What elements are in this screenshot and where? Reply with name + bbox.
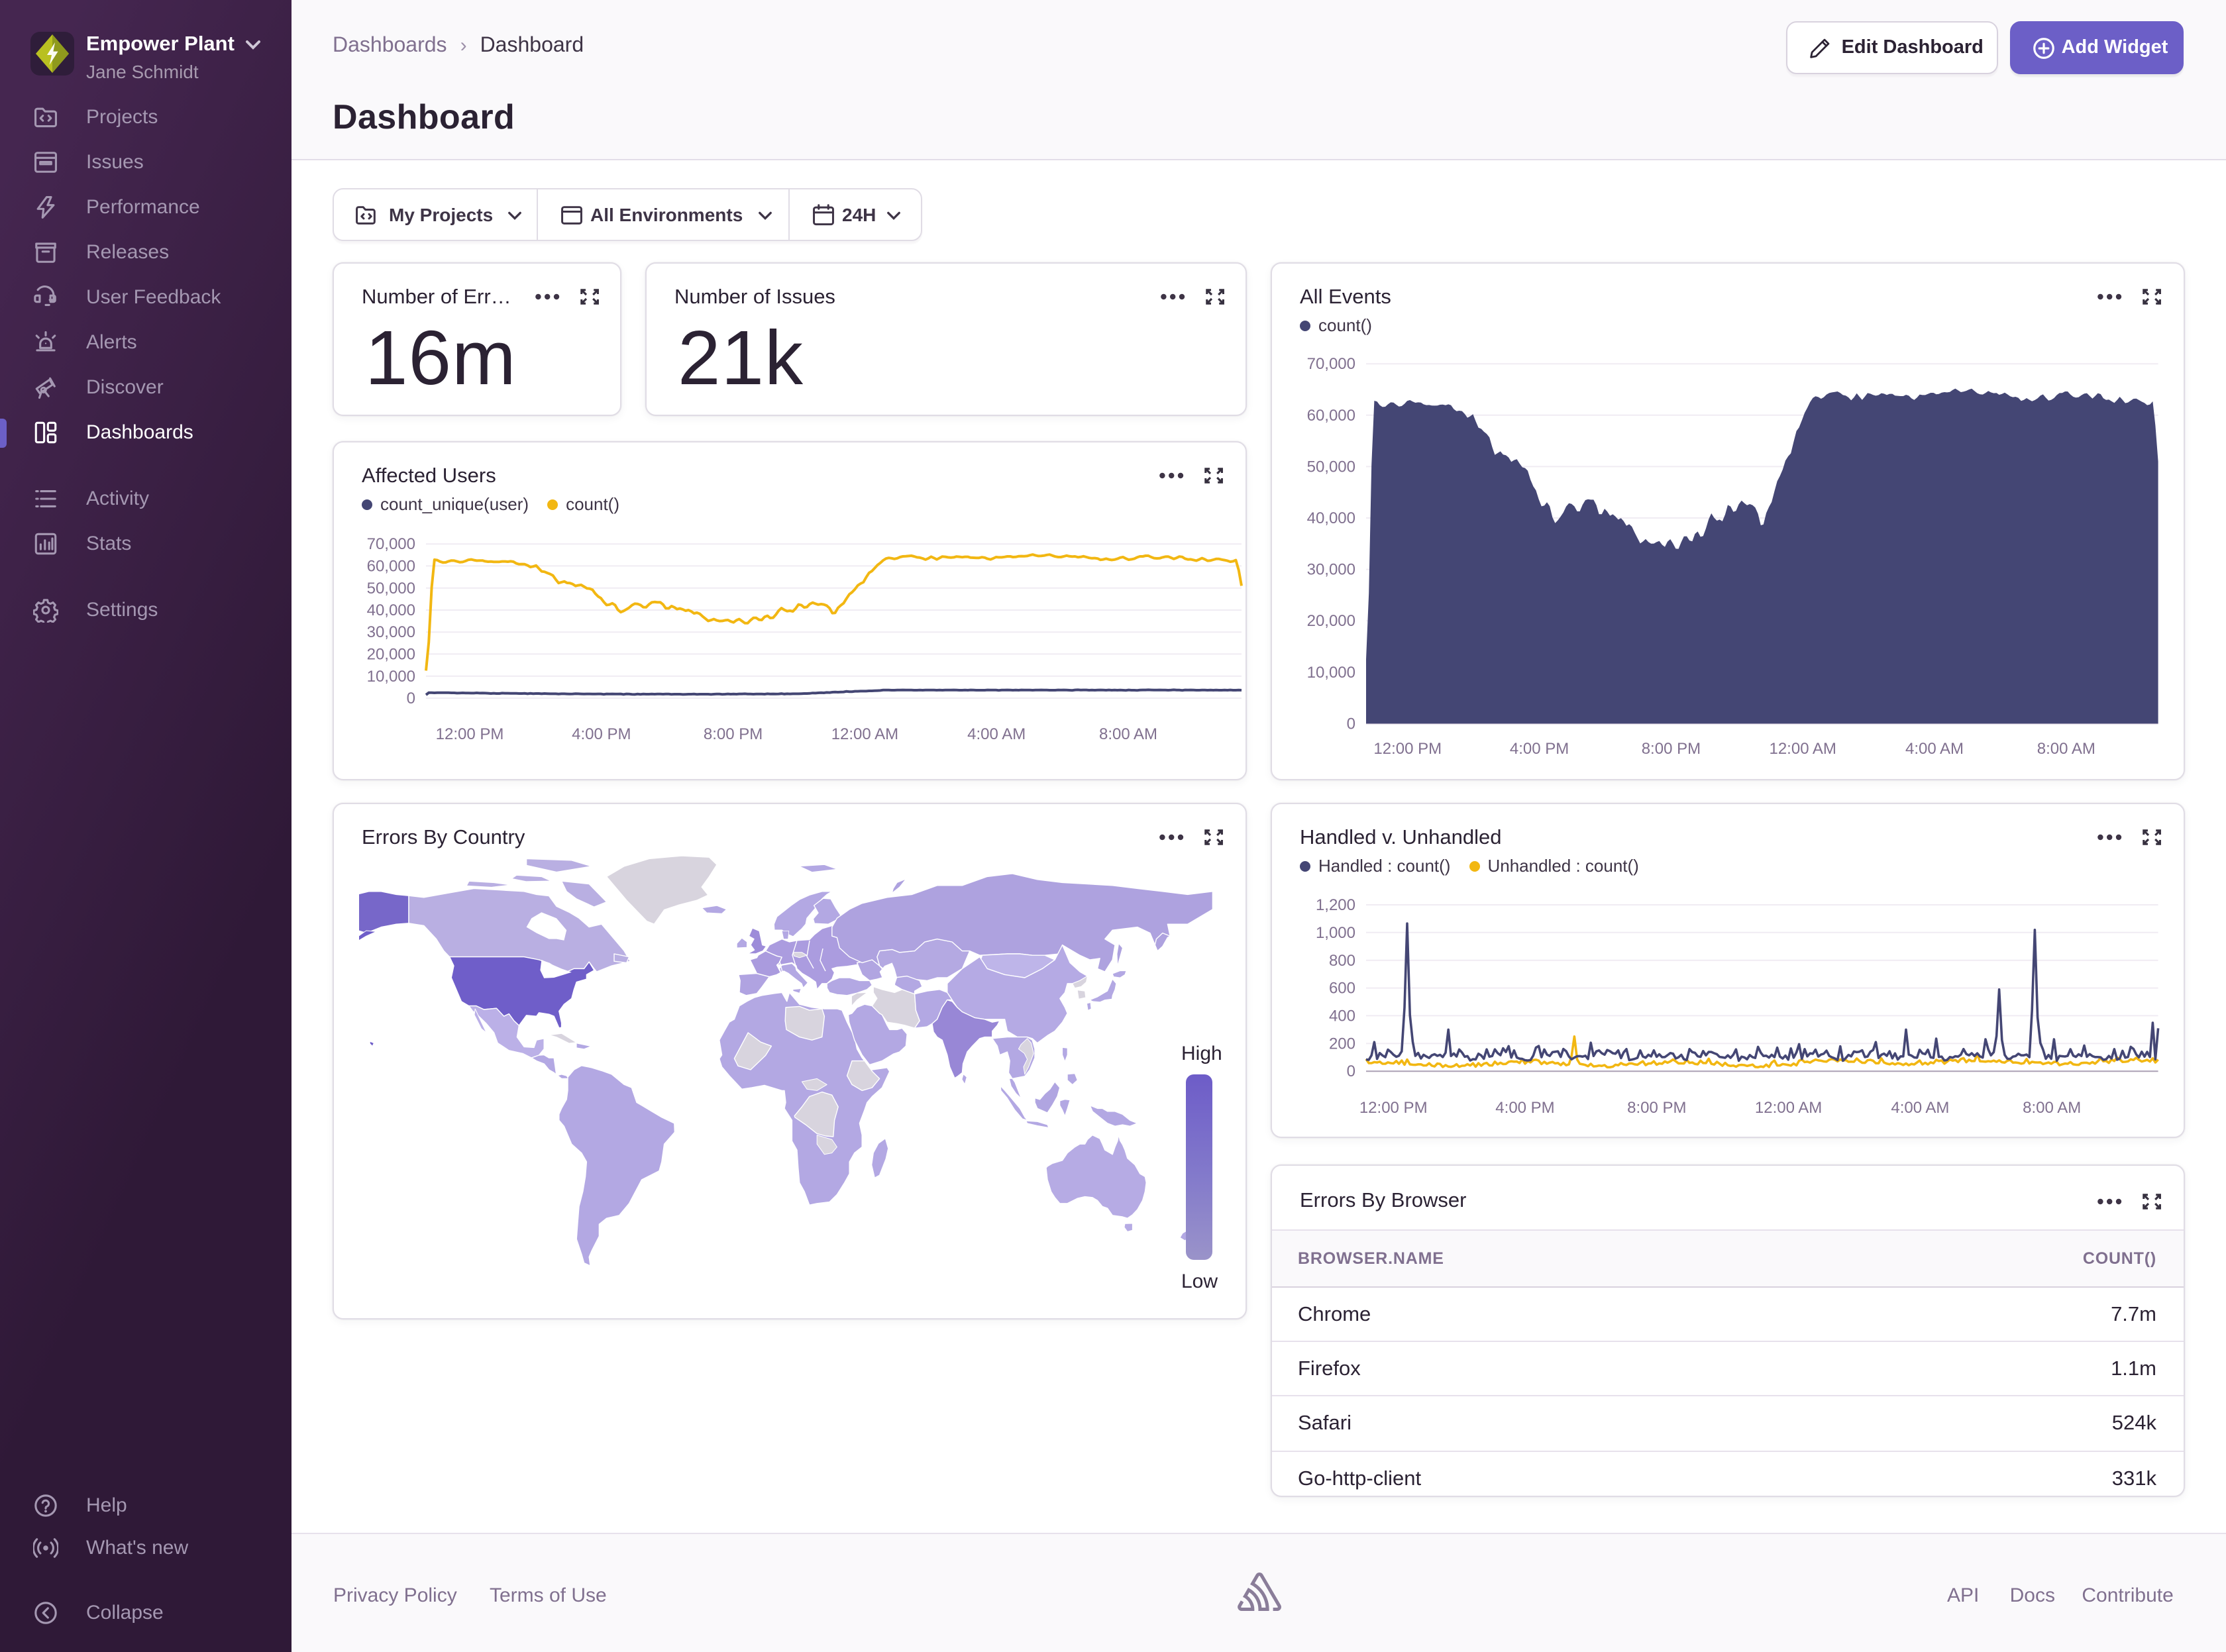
svg-text:200: 200: [1328, 1035, 1355, 1053]
svg-text:4:00 AM: 4:00 AM: [1890, 1099, 1948, 1117]
svg-text:10,000: 10,000: [366, 668, 415, 686]
svg-text:40,000: 40,000: [366, 601, 415, 619]
svg-text:20,000: 20,000: [366, 645, 415, 663]
svg-text:800: 800: [1328, 952, 1355, 970]
svg-text:4:00 PM: 4:00 PM: [1495, 1099, 1554, 1117]
svg-text:400: 400: [1328, 1007, 1355, 1025]
svg-text:60,000: 60,000: [366, 557, 415, 575]
svg-text:12:00 PM: 12:00 PM: [435, 725, 504, 743]
svg-text:8:00 AM: 8:00 AM: [1098, 725, 1157, 743]
svg-text:30,000: 30,000: [1306, 561, 1355, 579]
svg-text:0: 0: [1346, 1062, 1355, 1080]
svg-text:12:00 AM: 12:00 AM: [1754, 1099, 1821, 1117]
svg-text:30,000: 30,000: [366, 623, 415, 641]
svg-text:70,000: 70,000: [1306, 356, 1355, 374]
svg-text:8:00 PM: 8:00 PM: [1641, 741, 1700, 758]
svg-text:8:00 AM: 8:00 AM: [2037, 741, 2095, 758]
svg-text:50,000: 50,000: [1306, 458, 1355, 476]
svg-text:50,000: 50,000: [366, 580, 415, 597]
svg-text:8:00 PM: 8:00 PM: [703, 725, 762, 743]
svg-text:0: 0: [1346, 715, 1355, 733]
svg-text:12:00 PM: 12:00 PM: [1359, 1099, 1427, 1117]
svg-text:10,000: 10,000: [1306, 664, 1355, 682]
svg-text:0: 0: [406, 690, 415, 707]
svg-text:4:00 PM: 4:00 PM: [571, 725, 630, 743]
svg-text:60,000: 60,000: [1306, 407, 1355, 425]
svg-text:12:00 AM: 12:00 AM: [1768, 741, 1835, 758]
svg-text:8:00 AM: 8:00 AM: [2022, 1099, 2080, 1117]
svg-text:4:00 PM: 4:00 PM: [1509, 741, 1568, 758]
svg-text:600: 600: [1328, 980, 1355, 998]
svg-text:12:00 AM: 12:00 AM: [831, 725, 898, 743]
svg-text:4:00 AM: 4:00 AM: [967, 725, 1025, 743]
svg-text:20,000: 20,000: [1306, 613, 1355, 631]
svg-text:1,000: 1,000: [1315, 924, 1355, 942]
svg-text:8:00 PM: 8:00 PM: [1626, 1099, 1685, 1117]
svg-text:12:00 PM: 12:00 PM: [1373, 741, 1441, 758]
svg-text:40,000: 40,000: [1306, 510, 1355, 528]
svg-text:4:00 AM: 4:00 AM: [1905, 741, 1963, 758]
svg-text:1,200: 1,200: [1315, 896, 1355, 914]
svg-text:70,000: 70,000: [366, 535, 415, 553]
